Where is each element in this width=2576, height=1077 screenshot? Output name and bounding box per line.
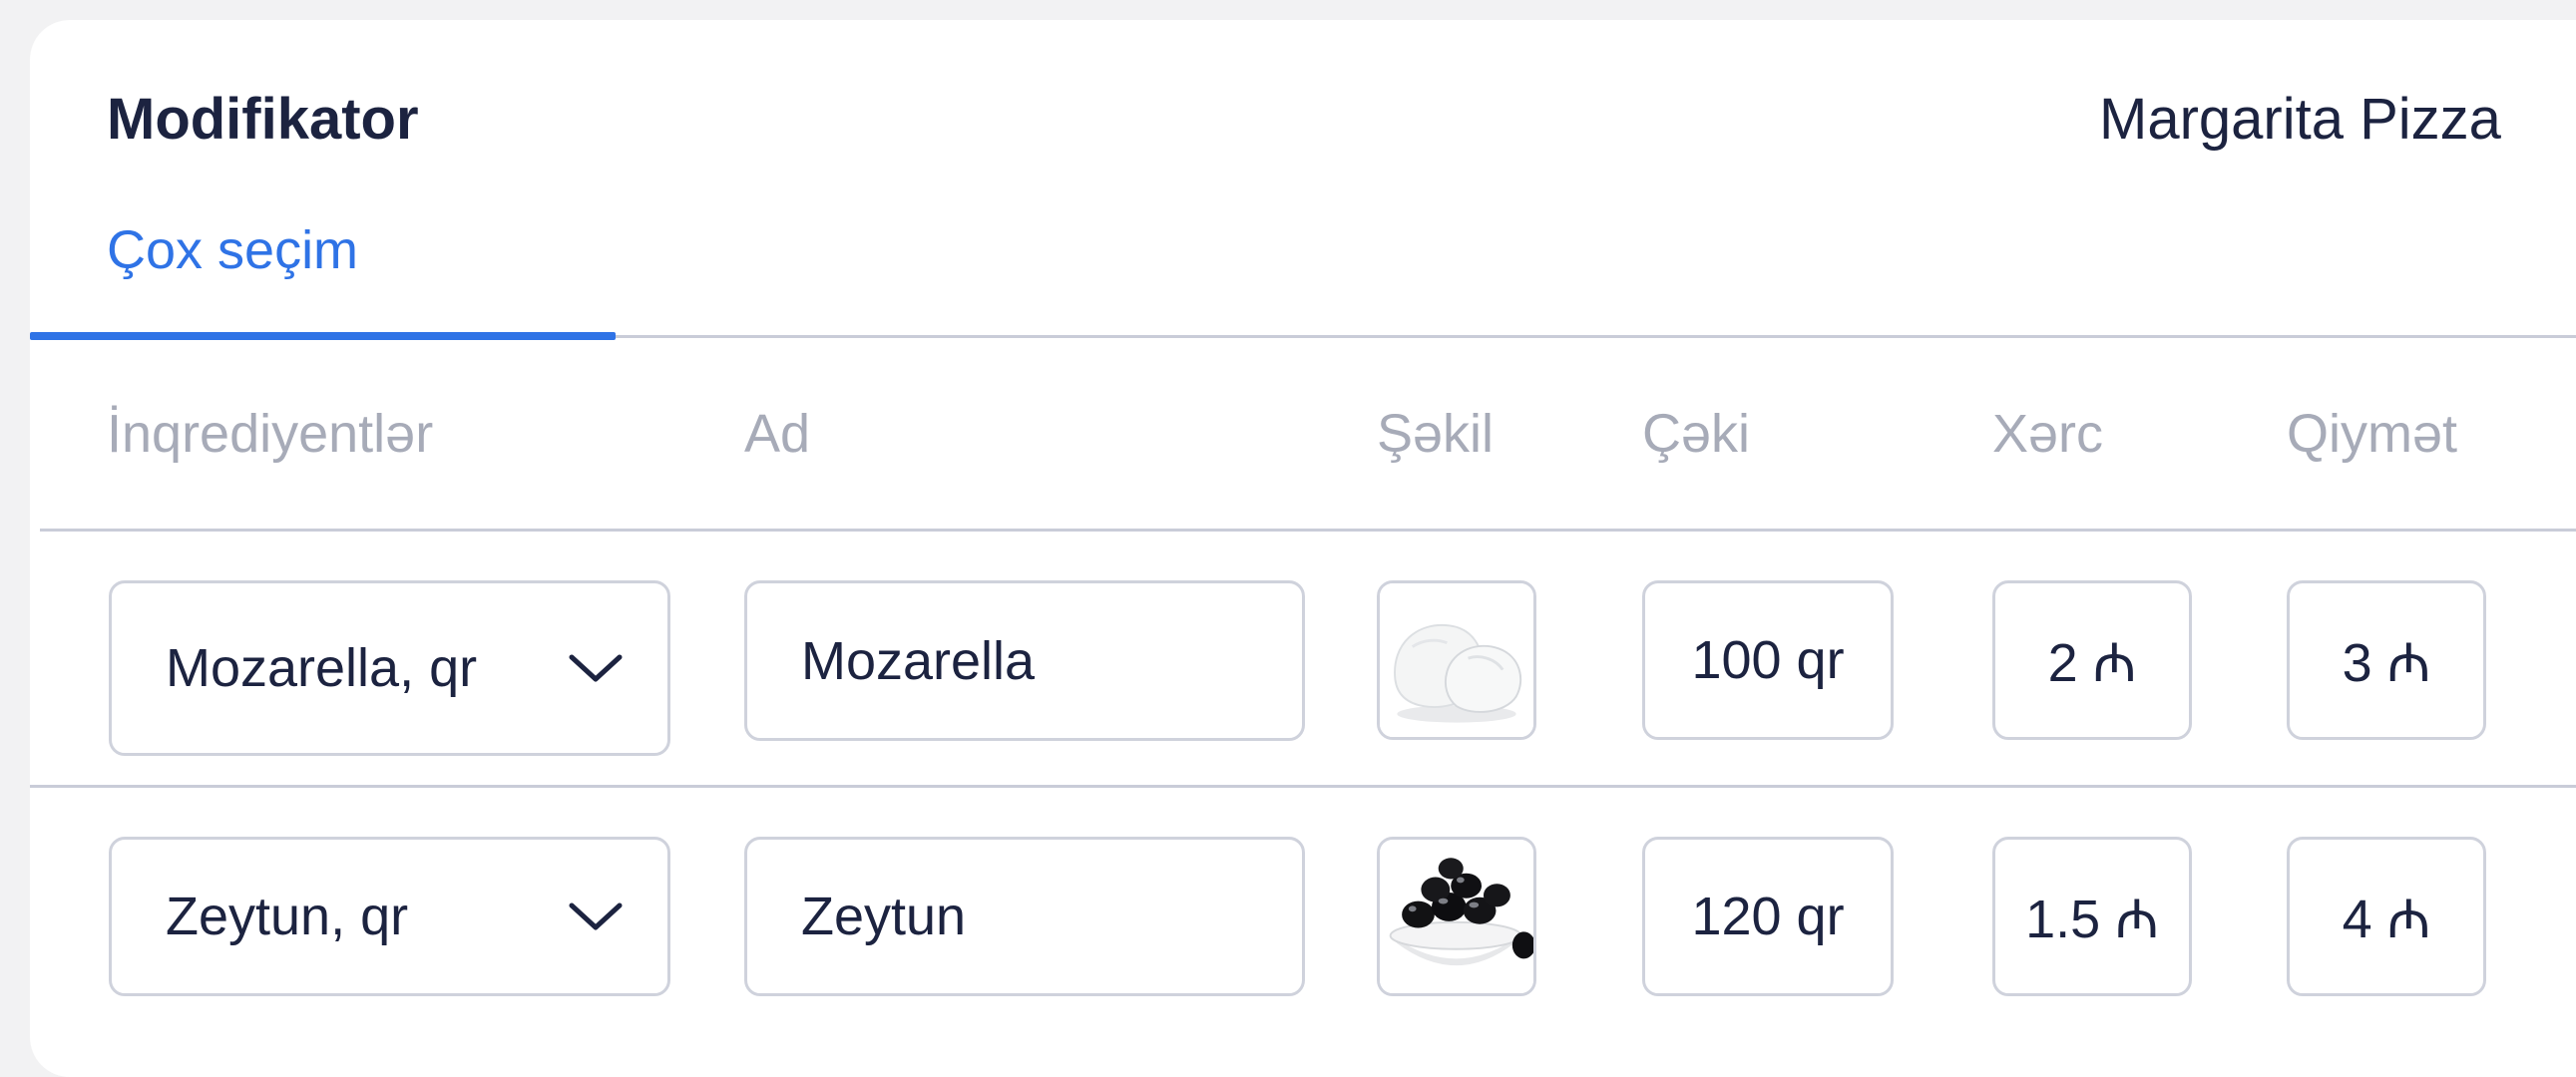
weight-input-value: 120 qr [1691,887,1845,946]
cost-input[interactable]: 2 ₼ [1992,580,2192,740]
weight-input[interactable]: 120 qr [1642,837,1894,996]
row-divider [30,785,2576,788]
ingredient-select[interactable]: Mozarella, qr [109,580,670,756]
name-input[interactable]: Zeytun [744,837,1305,996]
column-header-ingredients: İnqrediyentlər [107,404,434,464]
column-header-cost: Xərc [1992,404,2104,464]
cost-input-value: 1.5 ₼ [2025,890,2159,949]
product-name: Margarita Pizza [2099,87,2501,152]
weight-input-value: 100 qr [1691,630,1845,690]
column-header-price: Qiymət [2287,404,2458,464]
page-title: Modifikator [107,87,419,152]
tab-multiple-choice[interactable]: Çox seçim [107,219,358,281]
weight-input[interactable]: 100 qr [1642,580,1894,740]
name-input-value: Zeytun [801,887,967,946]
price-input-value: 3 ₼ [2342,633,2431,693]
column-header-image: Şəkil [1377,404,1495,464]
active-tab-indicator [30,332,616,340]
ingredient-select[interactable]: Zeytun, qr [109,837,670,996]
price-input[interactable]: 3 ₼ [2287,580,2486,740]
cost-input-value: 2 ₼ [2047,633,2137,693]
ingredient-select-value: Zeytun, qr [166,887,409,946]
header-divider [40,529,2576,532]
mozzarella-image[interactable] [1377,580,1536,740]
chevron-down-icon [568,651,624,685]
cost-input[interactable]: 1.5 ₼ [1992,837,2192,996]
chevron-down-icon [568,899,624,933]
column-header-name: Ad [744,404,811,464]
name-input[interactable]: Mozarella [744,580,1305,741]
price-input[interactable]: 4 ₼ [2287,837,2486,996]
price-input-value: 4 ₼ [2342,890,2431,949]
ingredient-select-value: Mozarella, qr [166,638,478,698]
column-header-weight: Çəki [1642,404,1751,464]
olives-image[interactable] [1377,837,1536,996]
name-input-value: Mozarella [801,630,1036,691]
